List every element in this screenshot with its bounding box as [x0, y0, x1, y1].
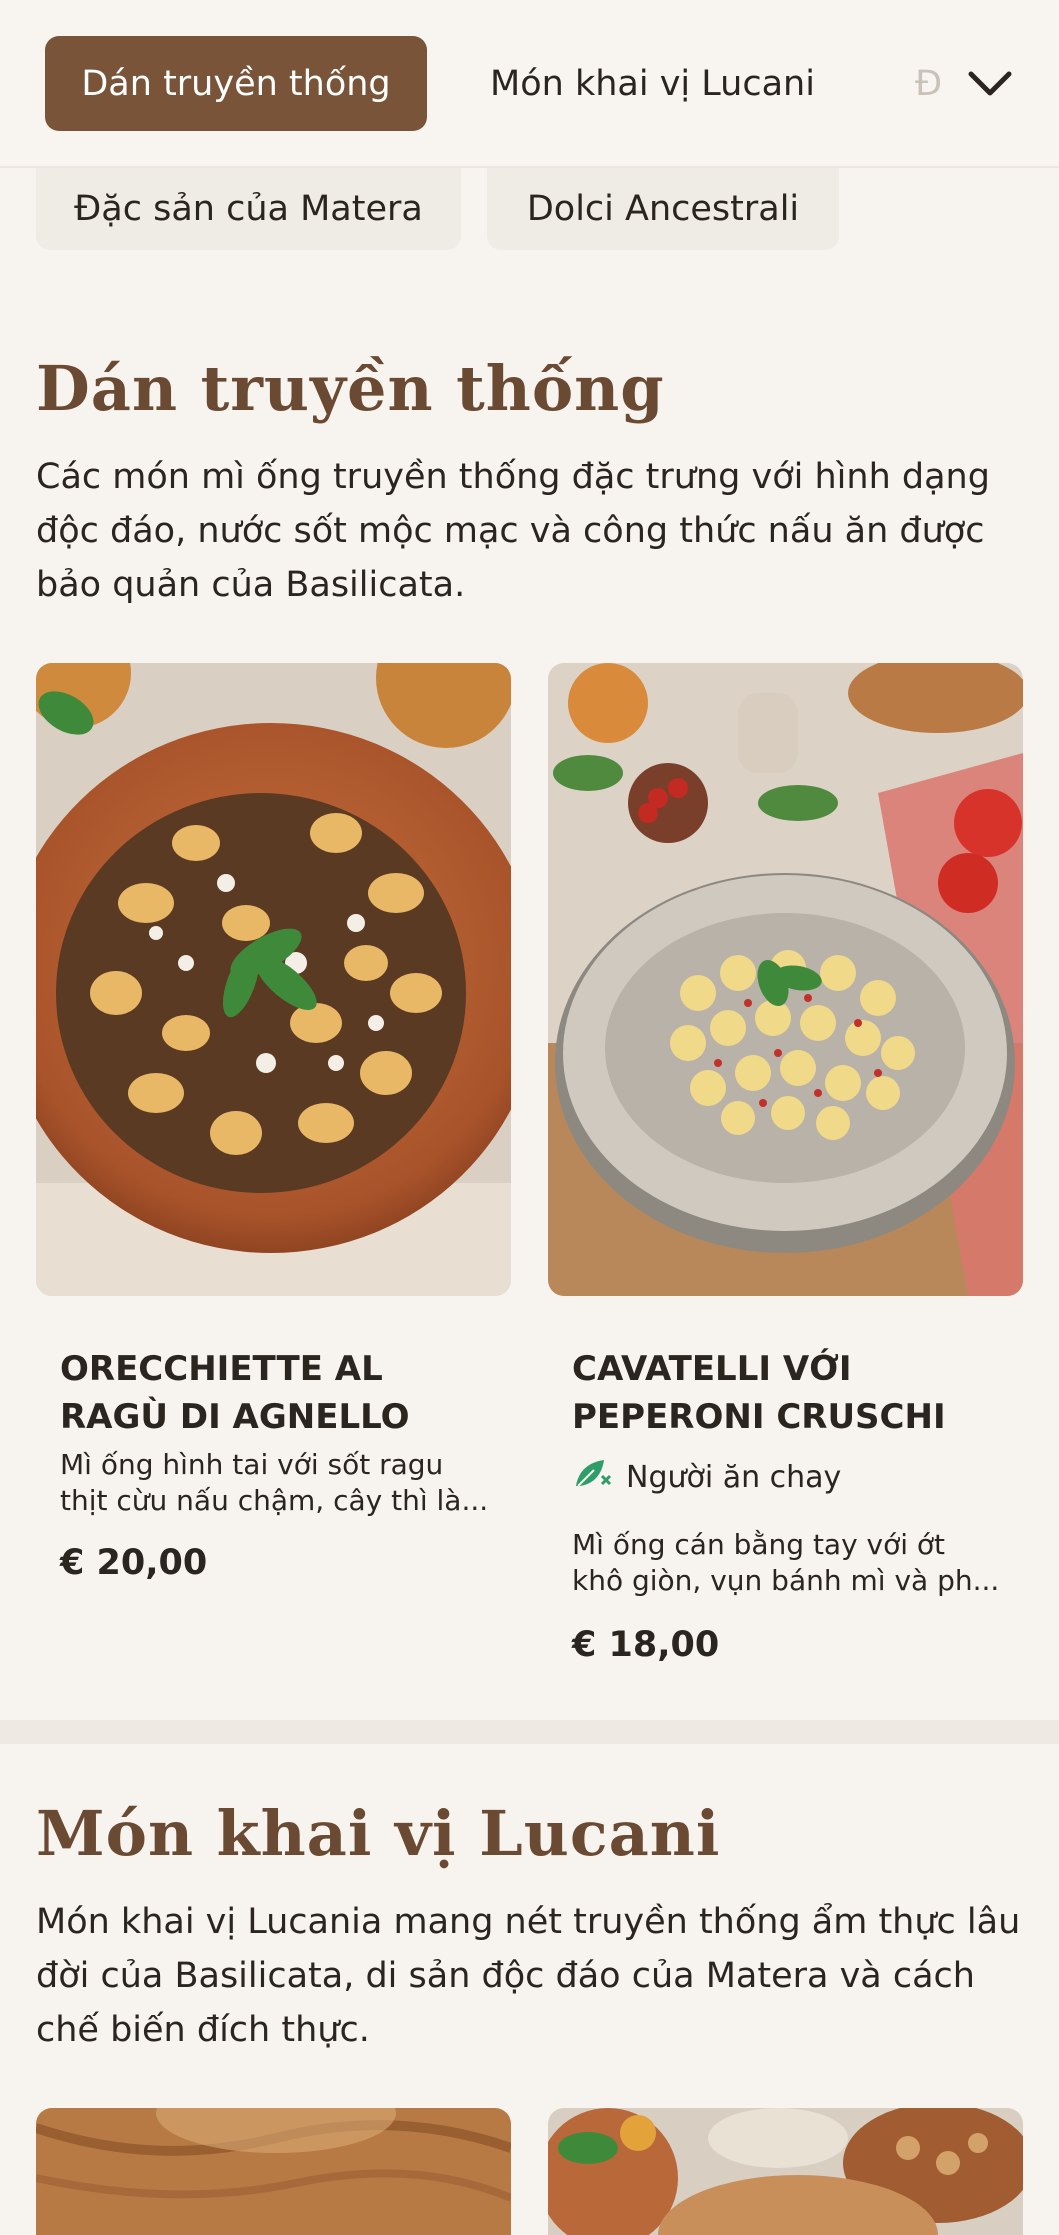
dish-description: Mì ống cán bằng tay với ớt khô giòn, vụn…: [572, 1528, 1000, 1597]
tab-dan-truyen-thong[interactable]: Dán truyền thống: [45, 36, 427, 131]
dish-image-cavatelli[interactable]: [548, 663, 1023, 1296]
dish-image[interactable]: [548, 2108, 1023, 2235]
section-description: Món khai vị Lucania mang nét truyền thốn…: [36, 1902, 1021, 2050]
vegetarian-label: Người ăn chay: [626, 1459, 842, 1495]
vegetarian-badge: Người ăn chay: [572, 1456, 841, 1498]
dish-price: € 20,00: [60, 1543, 208, 1583]
dish-description: Mì ống hình tai với sốt ragu thịt cừu nấ…: [60, 1448, 489, 1517]
section-description: Các món mì ống truyền thống đặc trưng vớ…: [36, 457, 990, 605]
section-title: Món khai vị Lucani: [36, 1797, 721, 1870]
tab-dac-san-matera[interactable]: Đặc sản của Matera: [36, 168, 461, 250]
dish-image[interactable]: [36, 2108, 511, 2235]
dish-image-orecchiette[interactable]: [36, 663, 511, 1296]
section-title: Dán truyền thống: [36, 352, 665, 425]
section-divider: [0, 1720, 1059, 1744]
dish-name[interactable]: CAVATELLI VỚI PEPERONI CRUSCHI: [572, 1345, 1002, 1441]
dish-price: € 18,00: [572, 1625, 720, 1665]
leaf-icon: [572, 1456, 612, 1498]
chevron-down-icon[interactable]: [960, 54, 1020, 114]
tab-partial[interactable]: Đ: [915, 36, 955, 131]
tab-dolci-ancestrali[interactable]: Dolci Ancestrali: [487, 168, 839, 250]
tab-mon-khai-vi-lucani[interactable]: Món khai vị Lucani: [470, 36, 835, 131]
dish-name[interactable]: ORECCHIETTE AL RAGÙ DI AGNELLO: [60, 1345, 490, 1441]
category-nav: Dán truyền thống Món khai vị Lucani Đ: [0, 0, 1059, 168]
